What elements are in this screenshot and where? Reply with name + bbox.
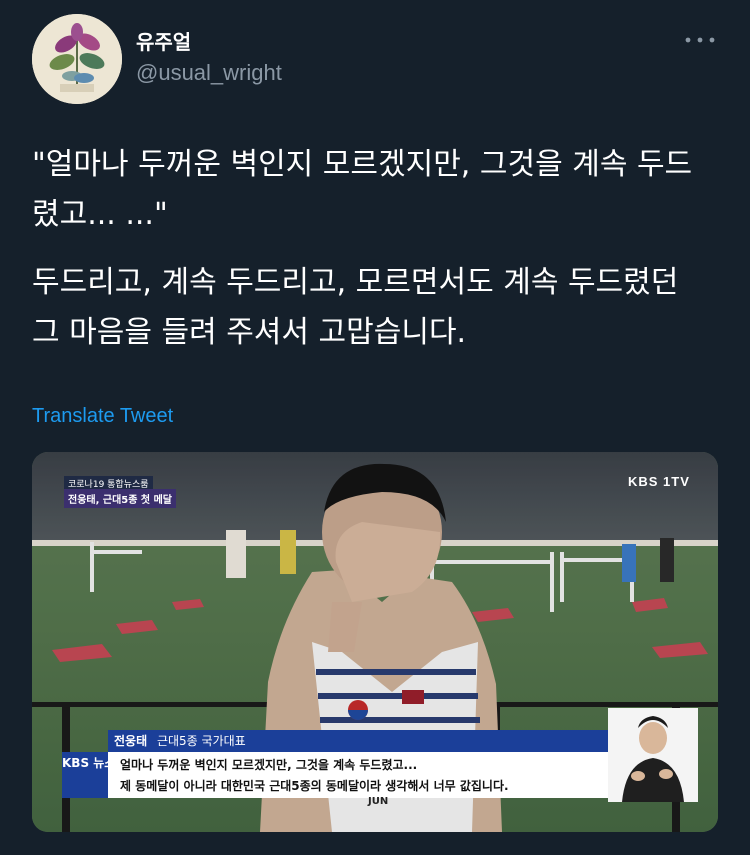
caption-line-1: 얼마나 두꺼운 벽인지 모르겠지만, 그것을 계속 두드렸고... xyxy=(120,758,418,772)
caption-name-bar: 전웅태 근대5종 국가대표 xyxy=(108,730,614,752)
author-display-name[interactable]: 유주얼 xyxy=(136,26,191,55)
bib-label: JUN xyxy=(368,796,389,807)
caption-line-2: 제 동메달이 아니라 대한민국 근대5종의 동메달이라 생각해서 너무 값집니다… xyxy=(120,779,509,793)
caption-name: 전웅태 xyxy=(114,734,148,748)
translate-tweet-link[interactable]: Translate Tweet xyxy=(32,405,173,428)
avatar[interactable] xyxy=(32,14,122,104)
news-badge: KBS 뉴스 xyxy=(62,752,115,798)
caption-title: 근대5종 국가대표 xyxy=(156,734,246,748)
sign-language-inset xyxy=(608,708,698,802)
caption-box: 얼마나 두꺼운 벽인지 모르겠지만, 그것을 계속 두드렸고... 제 동메달이… xyxy=(108,752,614,798)
author-handle[interactable]: @usual_wright xyxy=(136,60,282,86)
tweet-media-image[interactable]: 코로나19 통합뉴스룸 전웅태, 근대5종 첫 메달 KBS 1TV 전웅태 근… xyxy=(32,452,718,832)
broadcaster-logo: KBS 1TV xyxy=(628,474,690,489)
more-horizontal-icon[interactable] xyxy=(684,30,720,50)
broadcast-headline-tag: 전웅태, 근대5종 첫 메달 xyxy=(64,489,177,508)
tweet-text-paragraph-1: "얼마나 두꺼운 벽인지 모르겠지만, 그것을 계속 두드렸고... ..." xyxy=(32,147,693,232)
tweet-text-paragraph-2: 두드리고, 계속 두드리고, 모르면서도 계속 두드렸던 그 마음을 들려 주셔… xyxy=(32,265,679,350)
avatar-illustration xyxy=(32,14,122,104)
